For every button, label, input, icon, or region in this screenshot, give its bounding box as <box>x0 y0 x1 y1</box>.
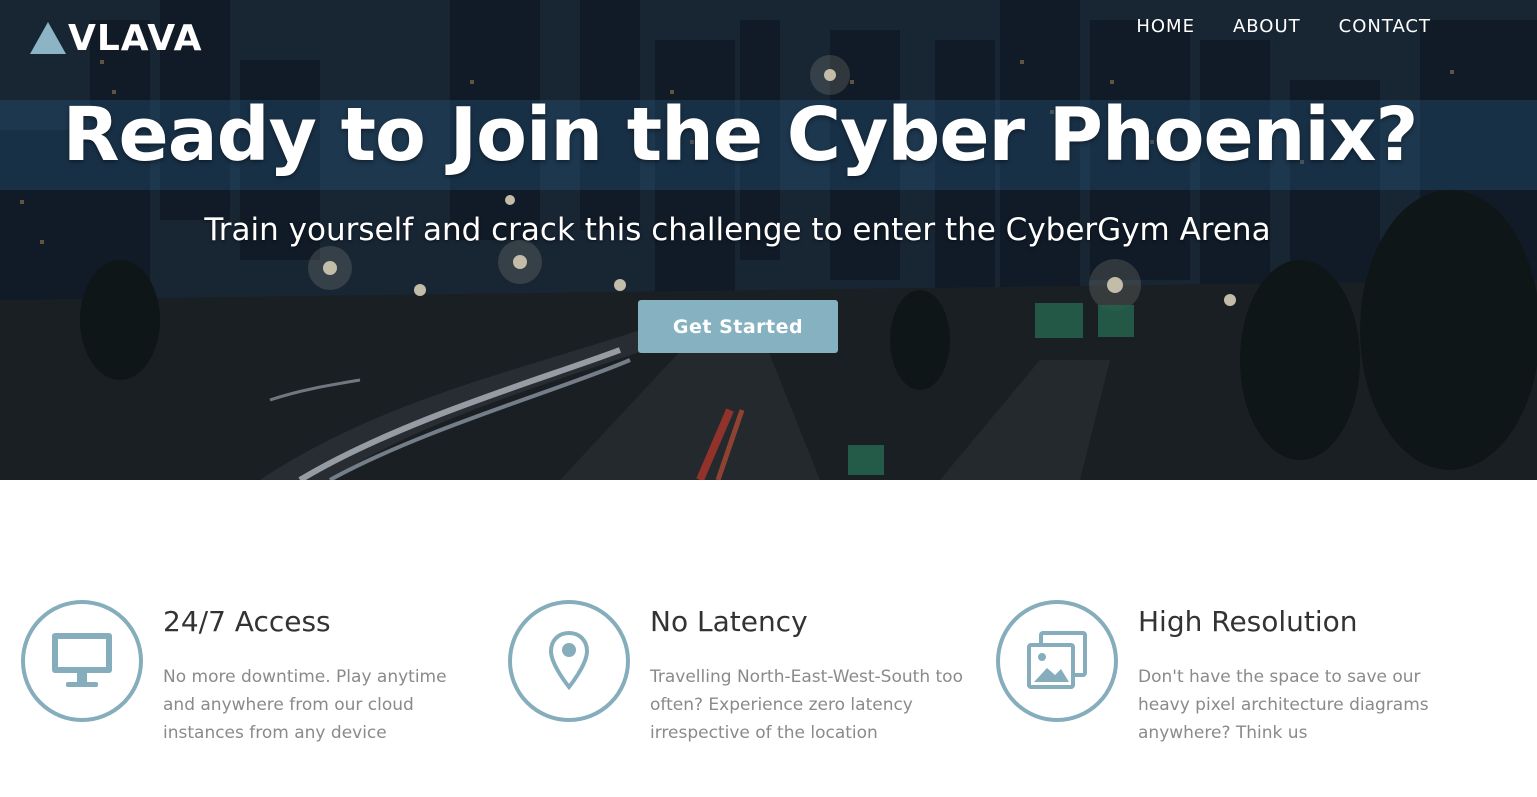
feature-title: No Latency <box>650 605 808 638</box>
feature-description: Travelling North-East-West-South too oft… <box>650 667 963 743</box>
hero-subline: Train yourself and crack this challenge … <box>204 212 1271 248</box>
images-icon <box>1027 631 1087 689</box>
feature-card-resolution: High Resolution Don't have the space to … <box>996 600 1476 760</box>
feature-title: 24/7 Access <box>163 605 331 638</box>
monitor-icon <box>52 633 112 687</box>
logo-triangle-icon <box>30 22 66 54</box>
feature-description: Don't have the space to save our heavy p… <box>1138 667 1429 743</box>
hero-section: VLAVA HOME ABOUT CONTACT Ready to Join t… <box>0 0 1537 480</box>
get-started-button[interactable]: Get Started <box>638 300 838 353</box>
feature-title: High Resolution <box>1138 605 1358 638</box>
brand-name: VLAVA <box>68 17 203 59</box>
nav-contact[interactable]: CONTACT <box>1339 15 1431 39</box>
feature-card-access: 24/7 Access No more downtime. Play anyti… <box>21 600 501 760</box>
nav-home[interactable]: HOME <box>1136 15 1195 39</box>
location-pin-icon <box>548 630 590 691</box>
feature-card-latency: No Latency Travelling North-East-West-So… <box>508 600 988 760</box>
feature-icon-circle <box>508 600 630 722</box>
feature-icon-circle <box>21 600 143 722</box>
feature-icon-circle <box>996 600 1118 722</box>
hero-headline: Ready to Join the Cyber Phoenix? <box>62 92 1419 178</box>
feature-description: No more downtime. Play anytime and anywh… <box>163 667 447 743</box>
main-nav: HOME ABOUT CONTACT <box>1136 15 1431 39</box>
nav-about[interactable]: ABOUT <box>1233 15 1301 39</box>
brand-logo[interactable]: VLAVA <box>30 17 203 59</box>
